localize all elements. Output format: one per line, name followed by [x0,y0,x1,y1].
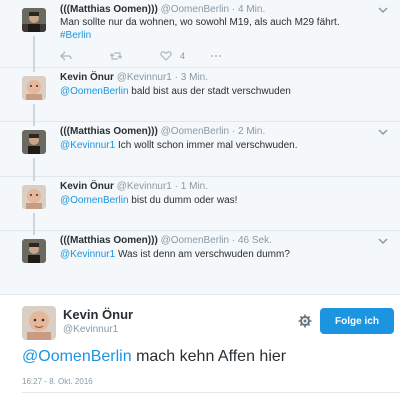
avatar[interactable] [22,239,46,263]
tweet-item[interactable]: (((Matthias Oomen))) @OomenBerlin · 46 S… [0,231,400,295]
tweet-date: 16:27 - 8. Okt. 2016 [22,377,93,386]
thread-line [33,231,35,235]
display-name[interactable]: (((Matthias Oomen))) [60,235,158,246]
thread-line [33,104,35,122]
permalink-tweet: Kevin Önur @Kevinnur1 Folge ich @OomenBe… [0,295,400,400]
thread-line [33,68,35,72]
avatar[interactable] [22,130,46,154]
avatar[interactable] [22,306,56,340]
conversation-thread: (((Matthias Oomen))) @OomenBerlin · 4 Mi… [0,0,400,295]
heart-icon[interactable] [160,51,172,61]
timestamp[interactable]: 2 Min. [238,126,265,137]
handle[interactable]: @Kevinnur1 [117,181,172,192]
handle[interactable]: @Kevinnur1 [63,324,118,335]
display-name[interactable]: Kevin Önur [60,72,114,83]
display-name[interactable]: Kevin Önur [60,181,114,192]
chevron-down-icon[interactable] [378,128,388,136]
timestamp[interactable]: 3 Min. [181,72,208,83]
chevron-down-icon[interactable] [378,6,388,14]
display-name[interactable]: (((Matthias Oomen))) [60,4,158,15]
mention-link[interactable]: @Kevinnur1 [60,140,115,151]
avatar[interactable] [22,8,46,32]
mention-link[interactable]: @OomenBerlin [60,86,129,97]
tweet-header: (((Matthias Oomen))) @OomenBerlin · 46 S… [60,235,272,246]
gear-icon[interactable] [298,314,312,328]
mention-link[interactable]: @OomenBerlin [60,195,129,206]
tweet-item[interactable]: Kevin Önur @Kevinnur1 · 1 Min. @OomenBer… [0,177,400,231]
tweet-header: (((Matthias Oomen))) @OomenBerlin · 2 Mi… [60,126,266,137]
tweet-text: @OomenBerlin bist du dumm oder was! [60,195,238,206]
tweet-text: @OomenBerlin bald bist aus der stadt ver… [60,86,291,97]
thread-line [33,213,35,231]
follow-button[interactable]: Folge ich [320,308,394,334]
tweet-header: Kevin Önur @Kevinnur1 · 3 Min. [60,72,209,83]
divider [22,392,400,393]
hashtag-link[interactable]: #Berlin [60,30,91,41]
tweet-actions: 4 [60,51,260,61]
avatar[interactable] [22,185,46,209]
like-count: 4 [180,51,186,61]
tweet-header: (((Matthias Oomen))) @OomenBerlin · 4 Mi… [60,4,266,15]
timestamp[interactable]: 1 Min. [181,181,208,192]
handle[interactable]: @Kevinnur1 [117,72,172,83]
avatar[interactable] [22,76,46,100]
tweet-header: Kevin Önur @Kevinnur1 · 1 Min. [60,181,209,192]
mention-link[interactable]: @Kevinnur1 [60,249,115,260]
tweet-text: @Kevinnur1 Was ist denn am verschwuden d… [60,249,290,260]
timestamp[interactable]: 4 Min. [238,4,265,15]
handle[interactable]: @OomenBerlin [161,4,230,15]
display-name[interactable]: Kevin Önur [63,307,133,322]
thread-line [33,158,35,177]
timestamp[interactable]: 46 Sek. [238,235,272,246]
tweet-item[interactable]: Kevin Önur @Kevinnur1 · 3 Min. @OomenBer… [0,68,400,122]
tweet-item[interactable]: (((Matthias Oomen))) @OomenBerlin · 4 Mi… [0,0,400,68]
reply-icon[interactable] [60,51,72,61]
tweet-text: Man sollte nur da wohnen, wo sowohl M19,… [60,17,340,41]
mention-link[interactable]: @OomenBerlin [22,348,132,365]
tweet-item[interactable]: (((Matthias Oomen))) @OomenBerlin · 2 Mi… [0,122,400,177]
thread-line [33,177,35,181]
more-icon[interactable] [210,51,222,61]
thread-line [33,36,35,68]
chevron-down-icon[interactable] [378,237,388,245]
retweet-icon[interactable] [110,51,122,61]
tweet-text: @Kevinnur1 Ich wollt schon immer mal ver… [60,140,298,151]
handle[interactable]: @OomenBerlin [161,235,230,246]
display-name[interactable]: (((Matthias Oomen))) [60,126,158,137]
thread-line [33,122,35,126]
tweet-text: @OomenBerlin mach kehn Affen hier [22,348,287,365]
handle[interactable]: @OomenBerlin [161,126,230,137]
